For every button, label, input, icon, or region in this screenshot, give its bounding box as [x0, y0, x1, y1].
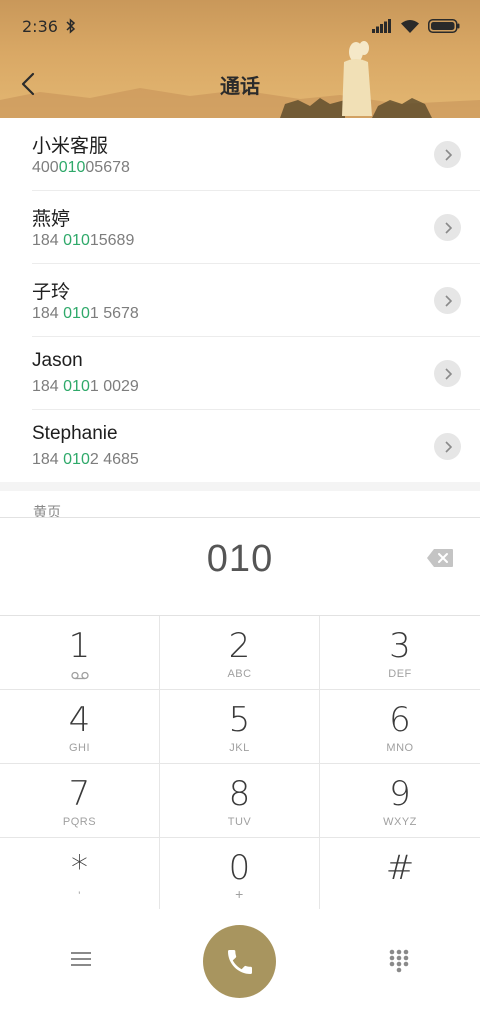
menu-icon — [71, 952, 91, 966]
contact-name: 子玲 — [32, 282, 71, 303]
dialed-number[interactable]: 010 — [0, 538, 480, 581]
contact-detail-button[interactable] — [434, 141, 461, 168]
dialpad-toggle-button[interactable] — [388, 949, 410, 973]
key-6[interactable]: 6 MNO — [320, 690, 480, 764]
number-match: 010 — [63, 305, 90, 322]
search-results-list: 小米客服 40001005678 燕婷 184 01015689 子玲 184 … — [0, 118, 480, 483]
header: 2:36 通话 — [0, 0, 480, 118]
contact-number: 184 0101 0029 — [32, 378, 139, 395]
contact-number: 40001005678 — [32, 159, 130, 176]
key-8[interactable]: 8 TUV — [160, 764, 320, 838]
dialpad-icon — [389, 949, 409, 973]
contact-number: 184 0101 5678 — [32, 305, 139, 322]
chevron-right-icon — [444, 221, 452, 234]
key-star[interactable]: * ' — [0, 838, 160, 911]
key-2[interactable]: 2 ABC — [160, 616, 320, 690]
contact-row[interactable]: Stephanie 184 0102 4685 — [32, 410, 480, 483]
voicemail-icon — [70, 671, 89, 680]
key-0[interactable]: 0 + — [160, 838, 320, 911]
phone-icon — [227, 949, 252, 974]
chevron-right-icon — [444, 440, 452, 453]
key-4[interactable]: 4 GHI — [0, 690, 160, 764]
dial-display: 010 — [0, 517, 480, 615]
contact-number: 184 0102 4685 — [32, 451, 139, 468]
status-time: 2:36 — [22, 16, 58, 36]
key-7[interactable]: 7 PQRS — [0, 764, 160, 838]
contact-number: 184 01015689 — [32, 232, 135, 249]
key-1[interactable]: 1 — [0, 616, 160, 690]
page-title: 通话 — [220, 74, 260, 98]
contact-detail-button[interactable] — [434, 360, 461, 387]
chevron-right-icon — [444, 148, 452, 161]
contact-row[interactable]: Jason 184 0101 0029 — [32, 337, 480, 410]
title-bar: 通话 — [0, 64, 480, 104]
contact-detail-button[interactable] — [434, 287, 461, 314]
dialpad: 1 2 ABC 3 DEF 4 GHI 5 JKL 6 MNO 7 PQRS 8… — [0, 615, 480, 911]
backspace-button[interactable] — [426, 548, 454, 568]
status-bar: 2:36 — [22, 14, 460, 38]
call-button[interactable] — [203, 925, 276, 998]
contact-name: Stephanie — [32, 423, 118, 444]
menu-button[interactable] — [70, 949, 92, 969]
chevron-right-icon — [444, 294, 452, 307]
contact-name: 小米客服 — [32, 136, 109, 157]
contact-row[interactable]: 燕婷 184 01015689 — [32, 191, 480, 264]
contact-detail-button[interactable] — [434, 214, 461, 241]
number-match: 010 — [58, 159, 86, 176]
contact-name: Jason — [32, 350, 83, 371]
key-9[interactable]: 9 WXYZ — [320, 764, 480, 838]
signal-icon — [372, 19, 391, 33]
number-match: 010 — [63, 451, 90, 468]
key-3[interactable]: 3 DEF — [320, 616, 480, 690]
contact-detail-button[interactable] — [434, 433, 461, 460]
battery-icon — [428, 19, 460, 33]
number-match: 010 — [63, 378, 90, 395]
contact-row[interactable]: 小米客服 40001005678 — [32, 118, 480, 191]
number-match: 010 — [63, 232, 90, 249]
chevron-right-icon — [444, 367, 452, 380]
bluetooth-icon — [66, 18, 76, 34]
backspace-icon — [427, 549, 453, 567]
key-hash[interactable]: # — [320, 838, 480, 911]
key-5[interactable]: 5 JKL — [160, 690, 320, 764]
bottom-bar — [0, 909, 480, 1013]
contact-row[interactable]: 子玲 184 0101 5678 — [32, 264, 480, 337]
wifi-icon — [401, 19, 419, 33]
section-divider — [0, 482, 480, 491]
contact-name: 燕婷 — [32, 209, 71, 230]
